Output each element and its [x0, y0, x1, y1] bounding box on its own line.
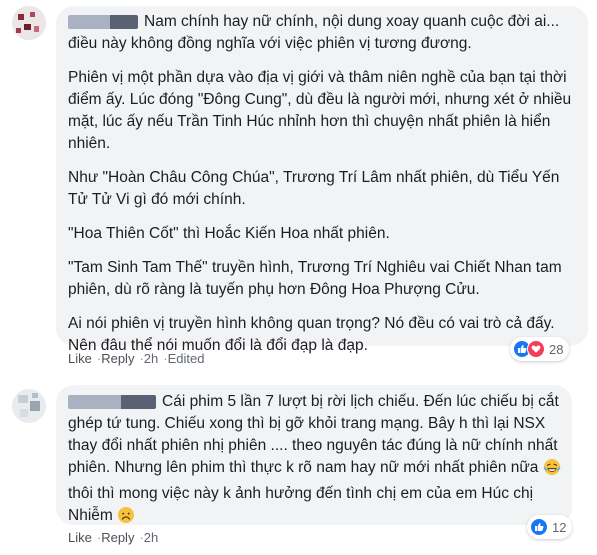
edited-label[interactable]: Edited — [168, 351, 205, 366]
reaction-count: 28 — [549, 341, 564, 357]
comment-paragraph: "Hoa Thiên Cốt" thì Hoắc Kiến Hoa nhất p… — [68, 225, 390, 242]
avatar[interactable] — [12, 6, 46, 40]
comment-paragraph: "Tam Sinh Tam Thế" truyền hình, Trương T… — [68, 259, 562, 298]
comment-paragraph: Nam chính hay nữ chính, nội dung xoay qu… — [68, 13, 560, 52]
comment-paragraph: Như "Hoàn Châu Công Chúa", Trương Trí Lâ… — [68, 169, 560, 208]
timestamp[interactable]: 2h — [144, 351, 158, 366]
author-name-redacted[interactable] — [68, 14, 138, 29]
love-icon — [527, 340, 545, 358]
comment-paragraph: thôi thì mong việc này k ảnh hưởng đến t… — [68, 485, 534, 524]
reply-link[interactable]: Reply — [101, 351, 134, 366]
reply-link[interactable]: Reply — [101, 530, 134, 545]
reaction-summary[interactable]: 28 — [510, 337, 570, 361]
avatar[interactable] — [12, 389, 46, 423]
like-icon — [530, 518, 548, 536]
comment-paragraph: Phiên vị một phần dựa vào địa vị giới và… — [68, 69, 572, 152]
reaction-count: 12 — [552, 519, 567, 535]
comment-actions: Like ·Reply ·2h — [68, 530, 159, 545]
like-link[interactable]: Like — [68, 351, 92, 366]
author-name-redacted[interactable] — [68, 394, 156, 409]
like-link[interactable]: Like — [68, 530, 92, 545]
timestamp[interactable]: 2h — [144, 530, 158, 545]
comment-actions: Like ·Reply ·2h ·Edited — [68, 351, 205, 366]
sad-face-emoji-icon — [117, 506, 135, 531]
reaction-summary[interactable]: 12 — [527, 515, 573, 539]
laughing-tears-emoji-icon — [543, 458, 561, 483]
